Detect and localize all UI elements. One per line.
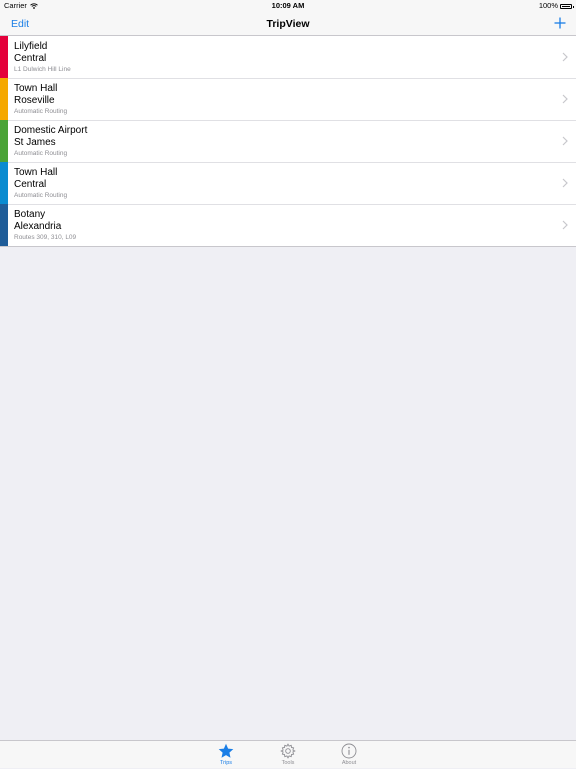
plus-icon[interactable] xyxy=(554,17,566,29)
battery-percent: 100% xyxy=(538,1,558,10)
trip-route: Routes 309, 310, L09 xyxy=(14,234,77,241)
line-color-bar xyxy=(0,162,8,204)
status-time: 10:09 AM xyxy=(271,1,305,10)
tab-about[interactable]: About xyxy=(329,741,369,769)
trip-row[interactable]: Town Hall Roseville Automatic Routing xyxy=(0,78,576,120)
line-color-bar xyxy=(0,120,8,162)
chevron-right-icon xyxy=(562,94,568,104)
tab-trips[interactable]: Trips xyxy=(206,741,246,769)
line-color-bar xyxy=(0,36,8,78)
battery-icon xyxy=(560,3,574,9)
line-color-bar xyxy=(0,204,8,246)
trip-route: Automatic Routing xyxy=(14,192,68,199)
line-color-bar xyxy=(0,78,8,120)
gear-icon xyxy=(280,743,296,759)
info-icon xyxy=(341,743,357,759)
trip-destination: Central xyxy=(14,53,47,64)
trip-destination: Roseville xyxy=(14,95,55,106)
trip-route: Automatic Routing xyxy=(14,150,68,157)
chevron-right-icon xyxy=(562,52,568,62)
trip-row[interactable]: Botany Alexandria Routes 309, 310, L09 xyxy=(0,204,576,246)
status-bar: Carrier 10:09 AM 100% xyxy=(0,0,576,12)
trip-origin: Town Hall xyxy=(14,167,58,178)
trip-origin: Lilyfield xyxy=(14,41,48,52)
tab-label: Trips xyxy=(219,760,233,766)
trip-row[interactable]: Town Hall Central Automatic Routing xyxy=(0,162,576,204)
trip-origin: Botany xyxy=(14,209,46,220)
tab-bar: Trips Tools About xyxy=(0,740,576,768)
tab-label: Tools xyxy=(281,760,295,766)
navigation-bar: Edit TripView xyxy=(0,12,576,36)
trip-row[interactable]: Domestic Airport St James Automatic Rout… xyxy=(0,120,576,162)
chevron-right-icon xyxy=(562,178,568,188)
trip-destination: St James xyxy=(14,137,56,148)
trip-route: L1 Dulwich Hill Line xyxy=(14,66,71,73)
trip-destination: Central xyxy=(14,179,47,190)
trip-origin: Town Hall xyxy=(14,83,58,94)
trip-row[interactable]: Lilyfield Central L1 Dulwich Hill Line xyxy=(0,36,576,78)
page-title: TripView xyxy=(266,18,310,30)
trip-origin: Domestic Airport xyxy=(14,125,88,136)
trip-list: Lilyfield Central L1 Dulwich Hill Line T… xyxy=(0,36,576,247)
trip-route: Automatic Routing xyxy=(14,108,68,115)
chevron-right-icon xyxy=(562,220,568,230)
trip-destination: Alexandria xyxy=(14,221,62,232)
battery-status: 100% xyxy=(538,0,574,12)
star-icon xyxy=(218,743,234,758)
chevron-right-icon xyxy=(562,136,568,146)
tab-label: About xyxy=(341,760,357,766)
tab-tools[interactable]: Tools xyxy=(268,741,308,769)
